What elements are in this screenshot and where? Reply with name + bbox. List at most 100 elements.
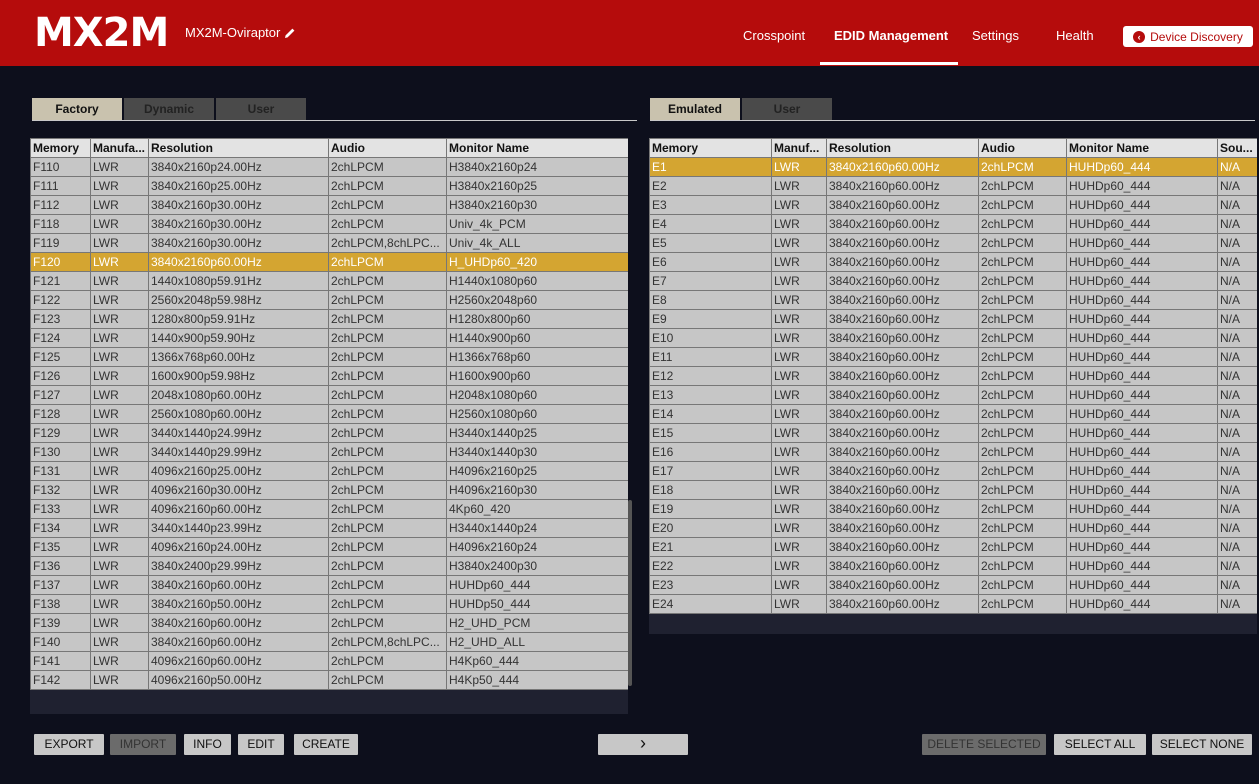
- table-row[interactable]: E16 LWR 3840x2160p60.00Hz 2chLPCM HUHDp60_44…: [649, 442, 1257, 462]
- table-row[interactable]: F137 LWR 3840x2160p60.00Hz 2chLPCM HUHDp60_4…: [30, 575, 628, 595]
- column-header[interactable]: Manuf...: [771, 138, 827, 158]
- table-cell: LWR: [90, 537, 149, 557]
- table-cell: N/A: [1217, 404, 1257, 424]
- table-row[interactable]: F124 LWR 1440x900p59.90Hz 2chLPCM H1440x900p…: [30, 328, 628, 348]
- nav-health[interactable]: Health: [1056, 0, 1094, 66]
- table-row[interactable]: F139 LWR 3840x2160p60.00Hz 2chLPCM H2_UHD_PC…: [30, 613, 628, 633]
- table-cell: 3440x1440p24.99Hz: [148, 423, 329, 443]
- table-row[interactable]: F138 LWR 3840x2160p50.00Hz 2chLPCM HUHDp50_4…: [30, 594, 628, 614]
- table-row[interactable]: E5 LWR 3840x2160p60.00Hz 2chLPCM HUHDp60_444…: [649, 233, 1257, 253]
- column-header[interactable]: Audio: [978, 138, 1067, 158]
- tab-dynamic[interactable]: Dynamic: [124, 98, 214, 120]
- table-cell: F133: [30, 499, 91, 519]
- table-cell: 2chLPCM: [978, 499, 1067, 519]
- device-discovery-button[interactable]: ‹ Device Discovery: [1123, 26, 1253, 47]
- table-row[interactable]: E23 LWR 3840x2160p60.00Hz 2chLPCM HUHDp60_44…: [649, 575, 1257, 595]
- column-header[interactable]: Resolution: [826, 138, 979, 158]
- transfer-arrow-button[interactable]: ›: [598, 734, 688, 755]
- column-header[interactable]: Monitor Name: [1066, 138, 1218, 158]
- column-header[interactable]: Audio: [328, 138, 447, 158]
- table-row[interactable]: F130 LWR 3440x1440p29.99Hz 2chLPCM H3440x144…: [30, 442, 628, 462]
- table-row[interactable]: E6 LWR 3840x2160p60.00Hz 2chLPCM HUHDp60_444…: [649, 252, 1257, 272]
- table-row[interactable]: E3 LWR 3840x2160p60.00Hz 2chLPCM HUHDp60_444…: [649, 195, 1257, 215]
- table-row[interactable]: F142 LWR 4096x2160p50.00Hz 2chLPCM H4Kp50_44…: [30, 670, 628, 690]
- info-button[interactable]: INFO: [184, 734, 231, 755]
- table-row[interactable]: F121 LWR 1440x1080p59.91Hz 2chLPCM H1440x108…: [30, 271, 628, 291]
- table-row[interactable]: E14 LWR 3840x2160p60.00Hz 2chLPCM HUHDp60_44…: [649, 404, 1257, 424]
- table-row[interactable]: F111 LWR 3840x2160p25.00Hz 2chLPCM H3840x216…: [30, 176, 628, 196]
- table-row[interactable]: E1 LWR 3840x2160p60.00Hz 2chLPCM HUHDp60_444…: [649, 157, 1257, 177]
- table-row[interactable]: E11 LWR 3840x2160p60.00Hz 2chLPCM HUHDp60_44…: [649, 347, 1257, 367]
- table-row[interactable]: F123 LWR 1280x800p59.91Hz 2chLPCM H1280x800p…: [30, 309, 628, 329]
- import-button[interactable]: IMPORT: [110, 734, 176, 755]
- table-row[interactable]: F110 LWR 3840x2160p24.00Hz 2chLPCM H3840x216…: [30, 157, 628, 177]
- table-row[interactable]: E22 LWR 3840x2160p60.00Hz 2chLPCM HUHDp60_44…: [649, 556, 1257, 576]
- table-cell: LWR: [771, 157, 827, 177]
- table-cell: F134: [30, 518, 91, 538]
- emulated-edid-table-container[interactable]: Memory Manuf... Resolution Audio Monitor Nam…: [649, 138, 1257, 634]
- table-row[interactable]: E7 LWR 3840x2160p60.00Hz 2chLPCM HUHDp60_444…: [649, 271, 1257, 291]
- tab-user-right[interactable]: User: [742, 98, 832, 120]
- column-header[interactable]: Resolution: [148, 138, 329, 158]
- table-cell: 3840x2160p50.00Hz: [148, 594, 329, 614]
- table-row[interactable]: F131 LWR 4096x2160p25.00Hz 2chLPCM H4096x216…: [30, 461, 628, 481]
- table-cell: LWR: [90, 423, 149, 443]
- table-row[interactable]: F135 LWR 4096x2160p24.00Hz 2chLPCM H4096x216…: [30, 537, 628, 557]
- table-row[interactable]: F134 LWR 3440x1440p23.99Hz 2chLPCM H3440x144…: [30, 518, 628, 538]
- table-row[interactable]: F127 LWR 2048x1080p60.00Hz 2chLPCM H2048x108…: [30, 385, 628, 405]
- column-header[interactable]: Monitor Name: [446, 138, 628, 158]
- table-row[interactable]: F119 LWR 3840x2160p30.00Hz 2chLPCM,8chLPC..…: [30, 233, 628, 253]
- table-row[interactable]: F140 LWR 3840x2160p60.00Hz 2chLPCM,8chLPC..…: [30, 632, 628, 652]
- device-name[interactable]: MX2M-Oviraptor: [185, 25, 296, 40]
- nav-settings[interactable]: Settings: [972, 0, 1019, 66]
- create-button[interactable]: CREATE: [294, 734, 358, 755]
- table-row[interactable]: F133 LWR 4096x2160p60.00Hz 2chLPCM 4Kp60_420: [30, 499, 628, 519]
- table-row[interactable]: E9 LWR 3840x2160p60.00Hz 2chLPCM HUHDp60_444…: [649, 309, 1257, 329]
- column-header[interactable]: Sou...: [1217, 138, 1257, 158]
- table-row[interactable]: E15 LWR 3840x2160p60.00Hz 2chLPCM HUHDp60_44…: [649, 423, 1257, 443]
- table-row[interactable]: F141 LWR 4096x2160p60.00Hz 2chLPCM H4Kp60_44…: [30, 651, 628, 671]
- table-row[interactable]: E13 LWR 3840x2160p60.00Hz 2chLPCM HUHDp60_44…: [649, 385, 1257, 405]
- table-row[interactable]: F118 LWR 3840x2160p30.00Hz 2chLPCM Univ_4k_P…: [30, 214, 628, 234]
- table-row[interactable]: F122 LWR 2560x2048p59.98Hz 2chLPCM H2560x204…: [30, 290, 628, 310]
- edit-button[interactable]: EDIT: [238, 734, 284, 755]
- table-row[interactable]: E17 LWR 3840x2160p60.00Hz 2chLPCM HUHDp60_44…: [649, 461, 1257, 481]
- table-row[interactable]: E12 LWR 3840x2160p60.00Hz 2chLPCM HUHDp60_44…: [649, 366, 1257, 386]
- table-cell: N/A: [1217, 157, 1257, 177]
- table-row[interactable]: E4 LWR 3840x2160p60.00Hz 2chLPCM HUHDp60_444…: [649, 214, 1257, 234]
- table-row[interactable]: E24 LWR 3840x2160p60.00Hz 2chLPCM HUHDp60_44…: [649, 594, 1257, 614]
- table-cell: H4096x2160p24: [446, 537, 628, 557]
- column-header[interactable]: Manufa...: [90, 138, 149, 158]
- table-row[interactable]: E8 LWR 3840x2160p60.00Hz 2chLPCM HUHDp60_444…: [649, 290, 1257, 310]
- table-row[interactable]: E19 LWR 3840x2160p60.00Hz 2chLPCM HUHDp60_44…: [649, 499, 1257, 519]
- tab-factory[interactable]: Factory: [32, 98, 122, 120]
- table-row[interactable]: F126 LWR 1600x900p59.98Hz 2chLPCM H1600x900p…: [30, 366, 628, 386]
- table-cell: 3840x2160p60.00Hz: [826, 309, 979, 329]
- select-all-button[interactable]: SELECT ALL: [1054, 734, 1146, 755]
- tab-emulated[interactable]: Emulated: [650, 98, 740, 120]
- nav-crosspoint[interactable]: Crosspoint: [743, 0, 805, 66]
- table-row[interactable]: F125 LWR 1366x768p60.00Hz 2chLPCM H1366x768p…: [30, 347, 628, 367]
- table-row[interactable]: F132 LWR 4096x2160p30.00Hz 2chLPCM H4096x216…: [30, 480, 628, 500]
- tab-user-left[interactable]: User: [216, 98, 306, 120]
- table-row[interactable]: F129 LWR 3440x1440p24.99Hz 2chLPCM H3440x144…: [30, 423, 628, 443]
- column-header[interactable]: Memory: [30, 138, 91, 158]
- table-row[interactable]: E2 LWR 3840x2160p60.00Hz 2chLPCM HUHDp60_444…: [649, 176, 1257, 196]
- table-row[interactable]: F112 LWR 3840x2160p30.00Hz 2chLPCM H3840x216…: [30, 195, 628, 215]
- table-row[interactable]: E20 LWR 3840x2160p60.00Hz 2chLPCM HUHDp60_44…: [649, 518, 1257, 538]
- factory-edid-table-container[interactable]: Memory Manufa... Resolution Audio Monitor Na…: [30, 138, 628, 714]
- left-table-scrollbar[interactable]: [628, 500, 632, 686]
- table-row[interactable]: F128 LWR 2560x1080p60.00Hz 2chLPCM H2560x108…: [30, 404, 628, 424]
- table-row[interactable]: F120 LWR 3840x2160p60.00Hz 2chLPCM H_UHDp60_…: [30, 252, 628, 272]
- export-button[interactable]: EXPORT: [34, 734, 104, 755]
- table-row[interactable]: F136 LWR 3840x2400p29.99Hz 2chLPCM H3840x240…: [30, 556, 628, 576]
- column-header[interactable]: Memory: [649, 138, 772, 158]
- nav-edid-management[interactable]: EDID Management: [834, 0, 948, 66]
- select-none-button[interactable]: SELECT NONE: [1152, 734, 1252, 755]
- table-row[interactable]: E21 LWR 3840x2160p60.00Hz 2chLPCM HUHDp60_44…: [649, 537, 1257, 557]
- delete-selected-button[interactable]: DELETE SELECTED: [922, 734, 1046, 755]
- pencil-icon[interactable]: [284, 27, 296, 39]
- table-row[interactable]: E10 LWR 3840x2160p60.00Hz 2chLPCM HUHDp60_44…: [649, 328, 1257, 348]
- table-cell: H4Kp60_444: [446, 651, 628, 671]
- table-row[interactable]: E18 LWR 3840x2160p60.00Hz 2chLPCM HUHDp60_44…: [649, 480, 1257, 500]
